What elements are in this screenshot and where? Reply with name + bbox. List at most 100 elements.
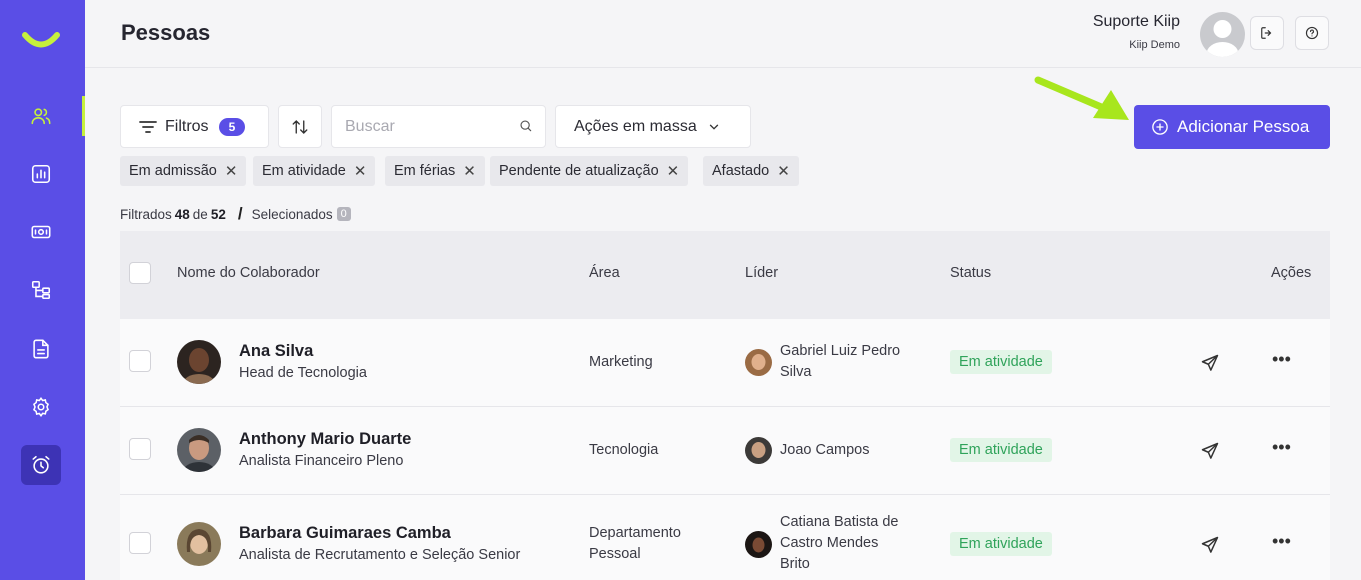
filters-label: Filtros bbox=[165, 117, 209, 135]
user-avatar[interactable] bbox=[1200, 12, 1245, 57]
page-title: Pessoas bbox=[121, 20, 211, 45]
filtered-count: 48 bbox=[174, 206, 190, 222]
remove-chip-icon[interactable]: ✕ bbox=[463, 162, 476, 180]
separator: / bbox=[237, 204, 243, 223]
send-icon[interactable] bbox=[1200, 535, 1220, 555]
person-name[interactable]: Anthony Mario Duarte bbox=[239, 430, 411, 449]
filter-chip-label: Em férias bbox=[394, 163, 456, 179]
status-badge: Em atividade bbox=[950, 532, 1052, 556]
filter-chip: Em atividade ✕ bbox=[253, 156, 376, 186]
filter-chip-label: Em atividade bbox=[262, 163, 346, 179]
more-actions-icon[interactable]: ••• bbox=[1272, 531, 1291, 552]
remove-chip-icon[interactable]: ✕ bbox=[354, 162, 367, 180]
remove-chip-icon[interactable]: ✕ bbox=[225, 162, 238, 180]
filter-chip: Em admissão ✕ bbox=[120, 156, 247, 186]
filter-chip-label: Pendente de atualização bbox=[499, 163, 659, 179]
add-person-button[interactable]: Adicionar Pessoa bbox=[1134, 105, 1330, 149]
more-actions-icon[interactable]: ••• bbox=[1272, 437, 1291, 458]
table-row[interactable]: Anthony Mario Duarte Analista Financeiro… bbox=[120, 407, 1330, 495]
leader-avatar bbox=[745, 531, 772, 558]
alarm-clock-icon bbox=[32, 455, 50, 474]
leader-name: Catiana Batista de Castro Mendes Brito bbox=[780, 514, 899, 572]
select-all-checkbox[interactable] bbox=[129, 262, 151, 284]
person-role: Head de Tecnologia bbox=[239, 365, 367, 381]
sidebar-item-documents[interactable] bbox=[21, 329, 61, 369]
sidebar bbox=[0, 0, 85, 580]
avatar bbox=[177, 428, 221, 472]
send-icon[interactable] bbox=[1200, 441, 1220, 461]
sidebar-item-reports[interactable] bbox=[21, 154, 61, 194]
payment-icon bbox=[31, 225, 51, 239]
selected-count: 0 bbox=[336, 207, 351, 221]
row-checkbox[interactable] bbox=[129, 350, 151, 372]
person-name[interactable]: Ana Silva bbox=[239, 342, 313, 361]
leader-avatar bbox=[745, 437, 772, 464]
document-icon bbox=[33, 339, 49, 359]
people-icon bbox=[31, 108, 51, 125]
search-input[interactable] bbox=[345, 117, 515, 136]
search-box bbox=[331, 105, 546, 148]
selected-label: Selecionados bbox=[251, 206, 333, 222]
plus-circle-icon bbox=[1152, 119, 1168, 135]
logout-icon bbox=[1261, 27, 1272, 39]
person-area: Tecnologia bbox=[589, 442, 659, 458]
highlight-arrow-icon bbox=[1034, 76, 1129, 120]
remove-chip-icon[interactable]: ✕ bbox=[667, 162, 680, 180]
status-badge: Em atividade bbox=[950, 438, 1052, 462]
column-header-area[interactable]: Área bbox=[589, 265, 620, 281]
help-button[interactable] bbox=[1295, 16, 1329, 50]
column-header-leader[interactable]: Líder bbox=[745, 265, 778, 281]
row-checkbox[interactable] bbox=[129, 438, 151, 460]
filter-chip: Pendente de atualização ✕ bbox=[490, 156, 689, 186]
column-header-actions: Ações bbox=[1271, 265, 1312, 281]
mass-actions-dropdown[interactable]: Ações em massa bbox=[555, 105, 751, 148]
sidebar-item-payments[interactable] bbox=[21, 212, 61, 252]
person-name[interactable]: Barbara Guimaraes Camba bbox=[239, 524, 451, 543]
leader-avatar bbox=[745, 349, 772, 376]
filter-icon bbox=[139, 120, 157, 133]
filter-chip-label: Afastado bbox=[712, 163, 770, 179]
table-row[interactable]: Barbara Guimaraes Camba Analista de Recr… bbox=[120, 495, 1330, 580]
sidebar-item-people[interactable] bbox=[21, 96, 61, 136]
chevron-down-icon bbox=[709, 124, 718, 130]
filter-chip: Afastado ✕ bbox=[703, 156, 799, 186]
result-counts: Filtrados 48 de 52 / Selecionados 0 bbox=[120, 204, 351, 224]
user-placeholder-icon bbox=[1206, 20, 1239, 57]
search-icon[interactable] bbox=[519, 119, 533, 133]
column-header-status[interactable]: Status bbox=[950, 265, 991, 281]
sort-button[interactable] bbox=[278, 105, 322, 148]
of-label: de bbox=[192, 206, 208, 222]
total-count: 52 bbox=[210, 206, 226, 222]
person-role: Analista Financeiro Pleno bbox=[239, 453, 404, 469]
person-area: Marketing bbox=[589, 354, 653, 370]
sort-icon bbox=[292, 119, 308, 134]
avatar bbox=[177, 522, 221, 566]
row-checkbox[interactable] bbox=[129, 532, 151, 554]
send-icon[interactable] bbox=[1200, 353, 1220, 373]
add-person-label: Adicionar Pessoa bbox=[1177, 117, 1310, 136]
filters-count-badge: 5 bbox=[218, 117, 246, 136]
avatar bbox=[177, 340, 221, 384]
org-chart-icon bbox=[31, 280, 51, 300]
sidebar-item-organization[interactable] bbox=[21, 270, 61, 310]
sidebar-item-settings[interactable] bbox=[21, 387, 61, 427]
more-actions-icon[interactable]: ••• bbox=[1272, 349, 1291, 370]
sidebar-item-time-tracking[interactable] bbox=[21, 445, 61, 485]
chart-icon bbox=[31, 164, 51, 184]
filter-chip: Em férias ✕ bbox=[385, 156, 485, 186]
table-row[interactable]: Ana Silva Head de Tecnologia Marketing G… bbox=[120, 319, 1330, 407]
leader-name: Gabriel Luiz Pedro Silva bbox=[780, 343, 901, 380]
user-company: Kiip Demo bbox=[1129, 39, 1180, 51]
mass-actions-label: Ações em massa bbox=[574, 117, 697, 135]
logout-button[interactable] bbox=[1250, 16, 1284, 50]
top-header: Pessoas Suporte Kiip Kiip Demo bbox=[85, 0, 1361, 68]
remove-chip-icon[interactable]: ✕ bbox=[777, 162, 790, 180]
filtered-label: Filtrados bbox=[120, 206, 172, 222]
leader-name: Joao Campos bbox=[780, 442, 870, 458]
people-table: Nome do Colaborador Área Líder Status Aç… bbox=[120, 231, 1330, 580]
user-name: Suporte Kiip bbox=[1092, 13, 1180, 30]
status-badge: Em atividade bbox=[950, 350, 1052, 374]
kiip-logo-icon[interactable] bbox=[22, 30, 60, 52]
column-header-name[interactable]: Nome do Colaborador bbox=[177, 265, 320, 281]
filters-button[interactable]: Filtros 5 bbox=[120, 105, 269, 148]
